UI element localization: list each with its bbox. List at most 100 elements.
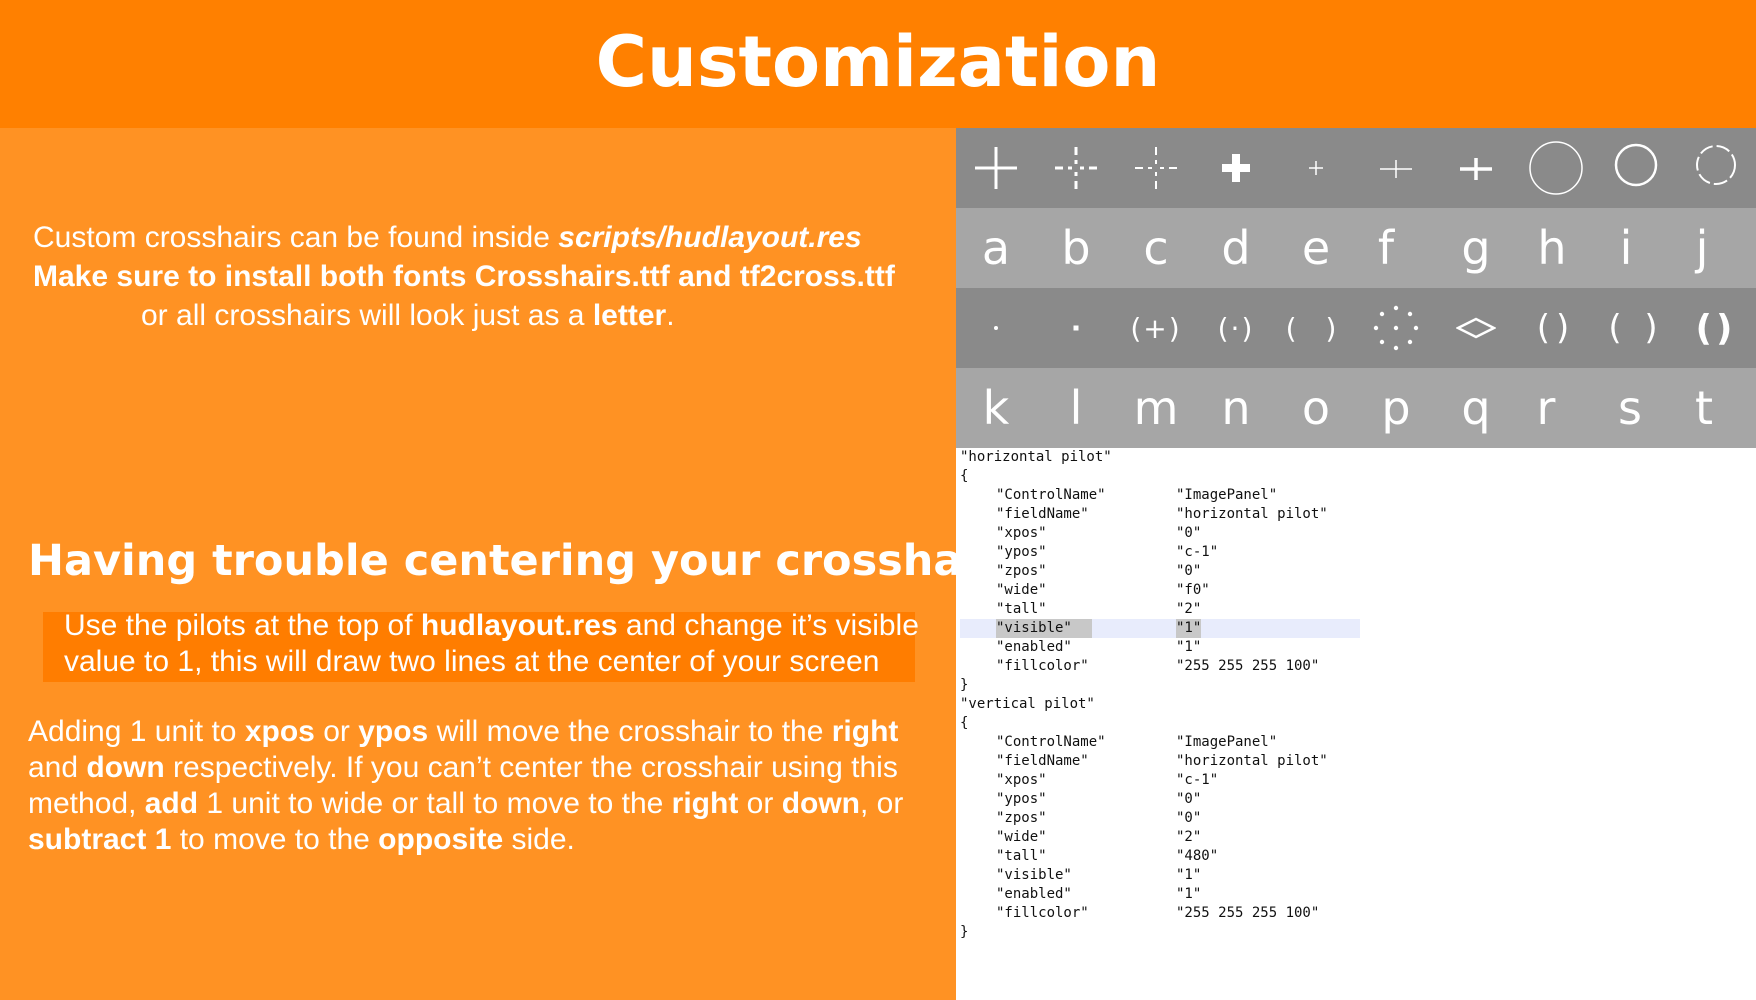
crosshair-letter: n [1196,368,1276,448]
letter-k: k [982,381,1010,435]
code-key: "fieldName" [996,753,1089,769]
letter-m: m [1133,381,1179,435]
code-key: "ypos" [996,791,1047,807]
pilot-line-1: Use the pilots at the top of hudlayout.r… [64,608,919,644]
letter-j: j [1695,221,1709,275]
code-line: "fillcolor" "255 255 255 100" [960,904,1319,923]
code-line: "horizontal pilot" [960,448,1112,467]
crosshair-letter: j [1662,208,1742,288]
adjust-text: or [314,715,359,748]
adjust-keyword: down [86,751,165,784]
intro-line-2: Make sure to install both fonts Crosshai… [0,257,956,296]
crosshair-c-icon [1116,128,1196,208]
intro-line-3: or all crosshairs will look just as a le… [0,296,956,335]
letter-g: g [1461,221,1491,275]
slide: Customization Custom crosshairs can be f… [0,0,1756,1000]
adjust-line-3: method, add 1 unit to wide or tall to mo… [28,786,903,822]
crosshair-o-icon: ( ) [1276,288,1356,368]
code-line: } [960,676,1112,695]
intro-line-1: Custom crosshairs can be found inside sc… [0,218,956,257]
code-value: "c-1" [1176,772,1219,788]
crosshair-t-icon: () [1676,288,1756,368]
code-text: "horizontal pilot" [960,449,1112,465]
header-bar: Customization [0,0,1756,128]
code-line: "wide" "f0" [960,581,1210,600]
crosshair-letter: a [956,208,1036,288]
crosshair-j-icon [1676,128,1756,208]
adjust-text: 1 unit to wide or tall to move to the [198,787,672,820]
crosshair-letter: m [1116,368,1196,448]
code-value: "horizontal pilot" [1176,753,1328,769]
letter-o: o [1301,381,1331,435]
left-panel: Custom crosshairs can be found inside sc… [0,128,1023,1000]
pilot-text: and change it’s visible [617,609,919,642]
code-value: "1" [1176,867,1202,883]
letter-n: n [1221,381,1251,435]
adjust-keyword: xpos [244,715,315,748]
code-value: "0" [1176,525,1202,541]
code-text: } [960,924,969,940]
letter-d: d [1221,221,1251,275]
code-line: "visible" "1" [960,866,1201,885]
code-value: "f0" [1176,582,1210,598]
letter-f: f [1377,221,1395,275]
crosshair-l-icon [1036,288,1116,368]
intro-text: Custom crosshairs can be found inside [33,221,559,254]
code-text: "vertical pilot" [960,696,1095,712]
adjust-keyword: add [144,787,199,820]
crosshair-d-icon [1196,128,1276,208]
code-value: "2" [1176,829,1202,845]
crosshair-b-icon [1036,128,1116,208]
intro-text: or all crosshairs will look just as a [141,299,593,332]
intro-font-name: tf2cross.ttf [739,260,895,293]
code-value: "1" [1176,639,1202,655]
code-value: "255 255 255 100" [1176,905,1320,921]
code-value: "480" [1176,848,1219,864]
code-key: "tall" [996,848,1047,864]
adjust-keyword: ypos [358,715,429,748]
pilot-text: Use the pilots at the top of [64,609,421,642]
crosshair-glyph-row-2: (+) (·) ( ) () ( ) () [956,288,1756,368]
adjust-text: method, [28,787,145,820]
code-text: } [960,677,969,693]
crosshair-t-glyph: () [1695,307,1737,349]
code-line: "ypos" "0" [960,790,1201,809]
crosshair-s-glyph: ( ) [1608,308,1664,348]
code-value: "0" [1176,810,1202,826]
crosshair-letter: s [1590,368,1670,448]
crosshair-reference-grid: a b c d e f g h i j (+) (·) ( ) () () (… [956,128,1756,448]
letter-s: s [1618,381,1642,435]
crosshair-letter: g [1436,208,1516,288]
code-line: "visible" "1" [960,619,1360,638]
letter-t: t [1694,381,1714,435]
crosshair-g-icon [1436,128,1516,208]
crosshair-letter-row-2: k l m n o p q r s t [956,368,1756,448]
letter-r: r [1536,381,1556,435]
crosshair-n-icon: (·) [1196,288,1276,368]
adjust-text: Adding 1 unit to [28,715,245,748]
adjust-line-1: Adding 1 unit to xpos or ypos will move … [28,714,903,750]
letter-e: e [1301,221,1331,275]
code-line: { [960,467,1112,486]
crosshair-letter: i [1586,208,1666,288]
crosshair-o-glyph: ( ) [1285,311,1347,345]
code-value: "1" [1176,886,1202,902]
code-value: "0" [1176,791,1202,807]
code-value: "ImagePanel" [1176,487,1278,503]
code-line: "zpos" "0" [960,562,1201,581]
adjust-line-2: and down respectively. If you can’t cent… [28,750,903,786]
crosshair-letter: h [1512,208,1592,288]
code-line: "tall" "2" [960,600,1201,619]
code-line: "ControlName" "ImagePanel" [960,733,1277,752]
section-heading: Having trouble centering your crosshair? [28,536,1024,586]
crosshair-s-icon: ( ) [1596,288,1676,368]
crosshair-m-glyph: (+) [1130,311,1182,345]
code-key: "xpos" [996,525,1047,541]
crosshair-letter: k [956,368,1036,448]
adjust-paragraph: Adding 1 unit to xpos or ypos will move … [28,714,903,858]
code-key: "visible" [996,867,1072,883]
adjust-keyword: opposite [378,823,504,856]
crosshair-letter: e [1276,208,1356,288]
intro-emphasis: letter [592,299,667,332]
crosshair-p-icon [1356,288,1436,368]
